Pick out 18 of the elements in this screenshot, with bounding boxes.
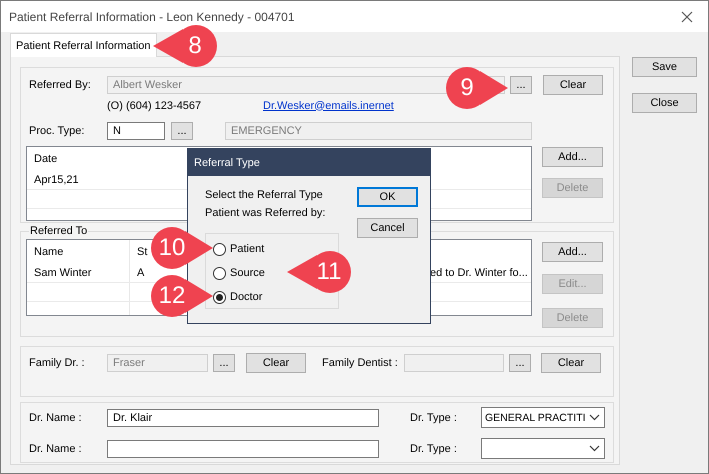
column-header: Name — [34, 246, 64, 258]
table-cell: Sam Winter — [34, 267, 92, 279]
field-label: Dr. Name : — [29, 412, 83, 424]
table-cell: Apr15,21 — [34, 174, 79, 186]
window-title: Patient Referral Information - Leon Kennedy - 004701 — [9, 10, 295, 24]
field-label: Family Dentist : — [322, 357, 399, 369]
field-label: Family Dr. : — [29, 357, 86, 369]
phone-text: (O) (604) 123-4567 — [107, 100, 202, 112]
field-label: Dr. Type : — [410, 442, 458, 454]
field-label: Referred By: — [29, 79, 92, 91]
field-label: Proc. Type: — [29, 124, 86, 136]
dialog-title: Referral Type — [194, 156, 260, 168]
field-label: Dr. Name : — [29, 442, 83, 454]
column-header: St — [137, 246, 148, 258]
column-header: Date — [34, 153, 58, 165]
prompt-text: Select the Referral Type Patient was Referred by: — [205, 188, 326, 221]
table-cell: A — [137, 267, 144, 279]
field-label: Dr. Type : — [410, 412, 458, 424]
